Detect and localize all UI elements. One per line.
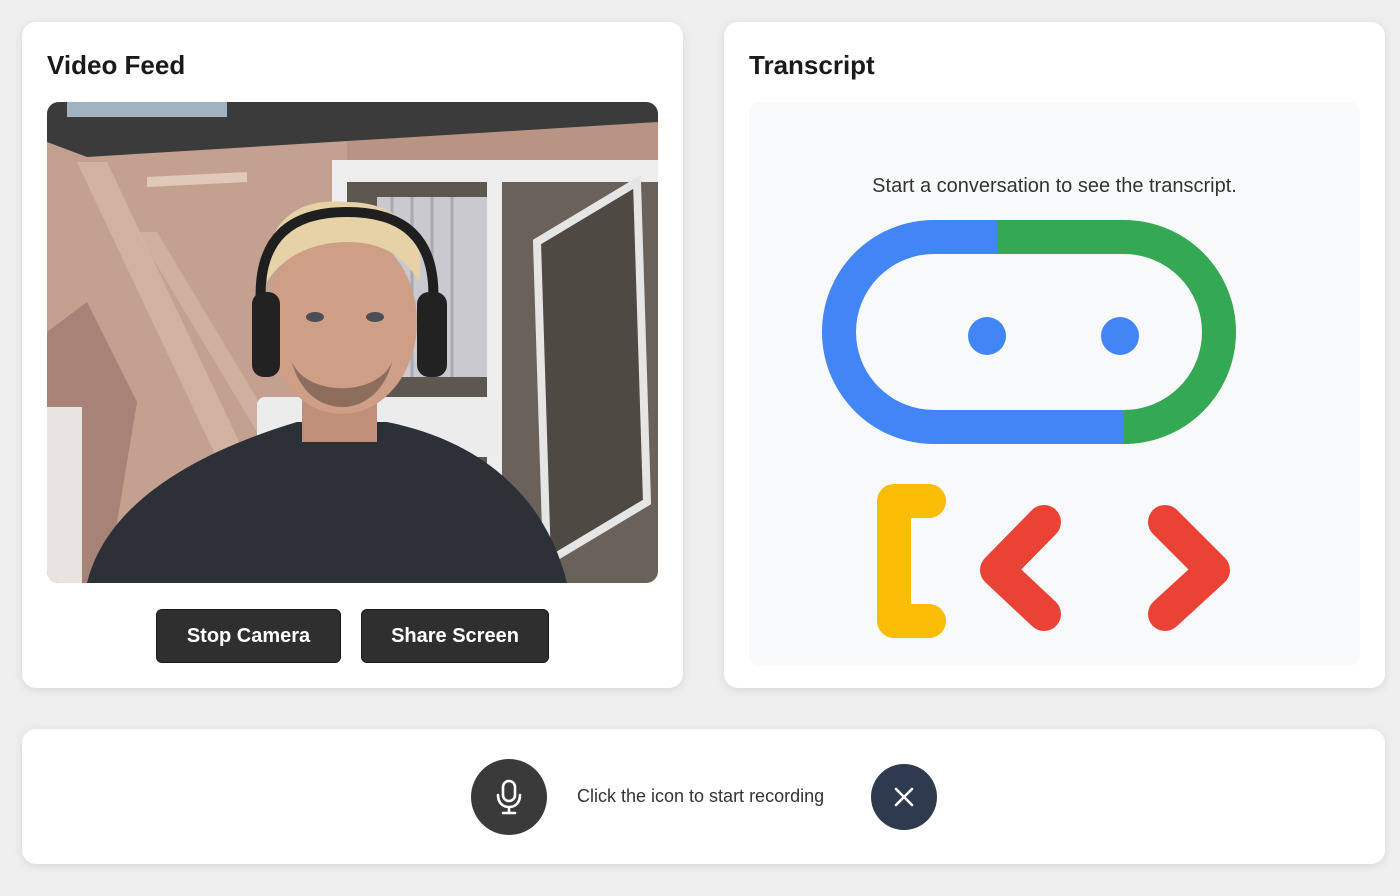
- share-screen-button[interactable]: Share Screen: [361, 609, 549, 663]
- microphone-button[interactable]: [471, 759, 547, 835]
- transcript-placeholder: Start a conversation to see the transcri…: [872, 175, 1237, 197]
- transcript-area: Start a conversation to see the transcri…: [749, 102, 1360, 665]
- close-icon: [894, 787, 914, 807]
- transcript-title: Transcript: [749, 50, 875, 80]
- close-button[interactable]: [871, 764, 937, 830]
- video-feed-title: Video Feed: [47, 50, 186, 80]
- recording-hint-text: Click the icon to start recording: [577, 786, 825, 806]
- transcript-panel: Transcript Start a conversation to see t…: [724, 22, 1385, 688]
- stop-camera-button[interactable]: Stop Camera: [156, 609, 341, 663]
- gemini-bot-logo-icon: [822, 220, 1236, 638]
- recording-control-bar: Click the icon to start recording: [22, 729, 1385, 864]
- video-feed-panel: Video Feed Stop Camera Share Screen: [22, 22, 683, 688]
- camera-video-feed: [47, 102, 658, 583]
- microphone-icon: [496, 779, 522, 815]
